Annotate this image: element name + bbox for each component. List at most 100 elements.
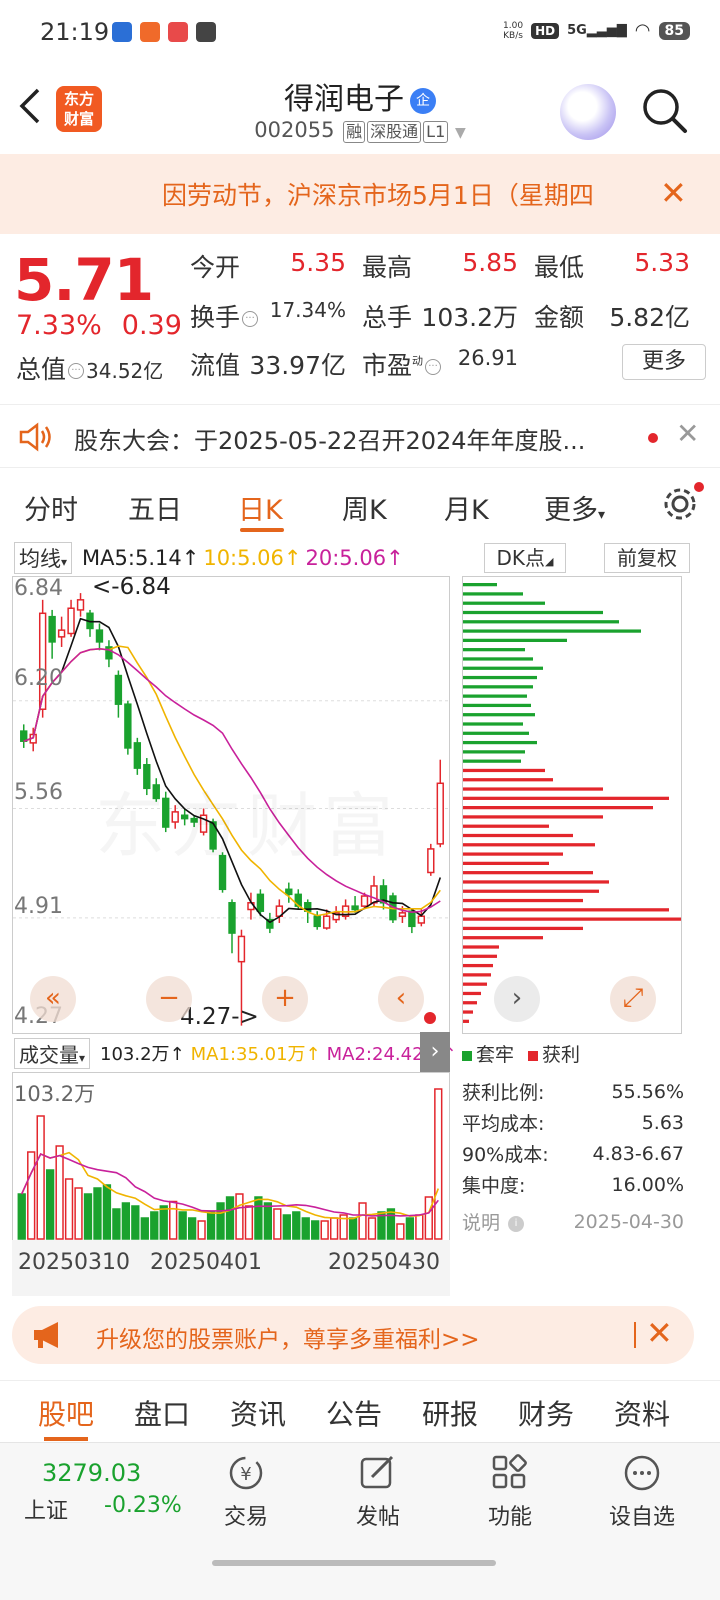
volume-bar [405, 1217, 415, 1240]
tab-daily-k[interactable]: 日K [238, 488, 283, 527]
chip-bar [463, 982, 487, 986]
stats-note[interactable]: 说明 i 2025-04-30 [462, 1206, 684, 1237]
nav-add-watchlist[interactable]: 设自选 [592, 1453, 692, 1531]
chip-bar [463, 954, 497, 958]
candle-body [285, 888, 293, 896]
chip-bar [463, 713, 535, 717]
megaphone-icon [34, 1322, 58, 1348]
stock-header: 东方 财富 得润电子企 002055 融深股通 L1 ▼ [0, 64, 720, 154]
ma-indicator-bar: 均线▾ MA5:5.14↑ 10:5.06↑ 20:5.06↑ [14, 542, 404, 574]
volume-bar [64, 1178, 74, 1240]
tab-intraday[interactable]: 分时 [24, 488, 78, 527]
forward-adjust-button[interactable]: 前复权 [604, 543, 690, 573]
chip-bar [463, 1019, 469, 1023]
chip-bar [463, 620, 619, 624]
tab-forum[interactable]: 股吧 [38, 1393, 94, 1433]
bottom-bar: 3279.03 上证 -0.23% ¥ 交易 发帖 功能 设自选 [0, 1442, 720, 1600]
candle-body [256, 893, 265, 912]
info-icon[interactable]: ··· [242, 311, 259, 327]
tab-weekly-k[interactable]: 周K [342, 488, 387, 527]
chip-bar [463, 750, 525, 754]
volume-bar [17, 1193, 26, 1240]
y-axis-label: 6.20 [14, 666, 63, 691]
zoom-out-button[interactable]: − [146, 976, 192, 1022]
chip-bar [463, 917, 681, 921]
volume-bar [169, 1200, 178, 1240]
price-change: 7.33% 0.39 [16, 310, 182, 341]
volume-bar [216, 1202, 225, 1240]
volume-bar [263, 1202, 273, 1240]
volume-bar [396, 1223, 405, 1240]
volume-bar [244, 1205, 254, 1240]
tab-monthly-k[interactable]: 月K [444, 488, 489, 527]
tab-financials[interactable]: 财务 [518, 1393, 574, 1433]
tab-announcements[interactable]: 公告 [326, 1393, 382, 1433]
chip-legend: 套牢 获利 [462, 1040, 580, 1067]
expand-arrow-icon[interactable]: › [420, 1032, 450, 1072]
volume-indicator-bar: 成交量▾ 103.2万↑ MA1:35.01万↑ MA2:24.42万↑ [14, 1037, 457, 1069]
chip-stats: 获利比例: 55.56% 平均成本: 5.63 90%成本: 4.83-6.67 集中… [462, 1076, 684, 1237]
chip-bar [463, 610, 603, 615]
quote-panel: 5.71 7.33% 0.39 总值 ··· 34.52亿 今开 5.35 最高 5.85… [0, 234, 720, 394]
volume-value: 103.2万↑ [100, 1044, 185, 1065]
chip-bar [463, 973, 491, 977]
volume-bar [36, 1115, 45, 1240]
volume-bar [225, 1196, 235, 1240]
more-quote-button[interactable]: 更多 [622, 344, 706, 380]
speaker-icon [19, 422, 51, 452]
chip-bar [463, 963, 493, 968]
volume-bar [348, 1217, 358, 1240]
assistant-robot-avatar[interactable] [560, 84, 616, 140]
search-icon[interactable] [640, 86, 690, 136]
scroll-left-button[interactable]: ‹ [378, 976, 424, 1022]
chip-bar [463, 638, 567, 643]
chip-bar [463, 889, 599, 893]
announcement-bar[interactable]: 股东大会：于2025-05-22召开2024年年度股... ✕ [0, 404, 720, 468]
close-icon[interactable]: ✕ [676, 417, 699, 450]
volume-bar [140, 1217, 149, 1240]
volume-bar [301, 1217, 310, 1240]
ma-selector[interactable]: 均线▾ [14, 542, 73, 574]
enterprise-badge: 企 [410, 87, 436, 114]
tab-five-day[interactable]: 五日 [128, 488, 182, 527]
volume-bar [292, 1211, 301, 1240]
volume-ma1: MA1:35.01万↑ [190, 1044, 321, 1065]
date-label: 20250430 [328, 1250, 440, 1275]
tab-more[interactable]: 更多▾ [544, 488, 605, 527]
close-icon[interactable]: ✕ [646, 1314, 673, 1352]
volume-bar [83, 1193, 93, 1240]
chip-bar [463, 759, 521, 763]
holiday-notice-banner[interactable]: 因劳动节，沪深京市场5月1日（星期四 ✕ [0, 154, 720, 234]
volume-selector[interactable]: 成交量▾ [14, 1037, 91, 1069]
candle-body [95, 629, 104, 643]
divider [634, 1322, 636, 1348]
info-icon[interactable]: ··· [68, 363, 85, 379]
zoom-in-button[interactable]: + [262, 976, 308, 1022]
chip-bar [463, 1010, 473, 1014]
close-icon[interactable]: ✕ [660, 174, 687, 212]
candle-body [351, 905, 359, 911]
high-price-annotation: <-6.84 [92, 574, 171, 600]
tab-order-book[interactable]: 盘口 [134, 1393, 190, 1433]
ma20-value: 20:5.06↑ [305, 546, 404, 570]
volume-bar [74, 1187, 83, 1240]
chip-distribution-chart[interactable] [462, 576, 682, 1034]
volume-bar [93, 1187, 102, 1240]
scroll-start-button[interactable]: « [30, 976, 76, 1022]
promo-banner[interactable]: 升级您的股票账户，尊享多重福利>> ✕ [12, 1306, 694, 1364]
volume-bar [254, 1196, 263, 1240]
chip-bar [463, 731, 529, 735]
nav-functions[interactable]: 功能 [460, 1453, 560, 1531]
candle-body [427, 848, 435, 874]
tab-research[interactable]: 研报 [422, 1393, 478, 1433]
nav-trade[interactable]: ¥ 交易 [196, 1453, 296, 1531]
tab-profile[interactable]: 资料 [614, 1393, 670, 1433]
candle-body [398, 912, 407, 917]
dk-point-button[interactable]: DK点◢ [484, 543, 566, 573]
more-circle-icon [624, 1455, 660, 1491]
info-icon[interactable]: i [508, 1215, 525, 1232]
volume-bar [159, 1205, 168, 1240]
info-icon[interactable]: ··· [425, 359, 442, 375]
tab-news[interactable]: 资讯 [230, 1393, 286, 1433]
nav-post[interactable]: 发帖 [328, 1453, 428, 1531]
